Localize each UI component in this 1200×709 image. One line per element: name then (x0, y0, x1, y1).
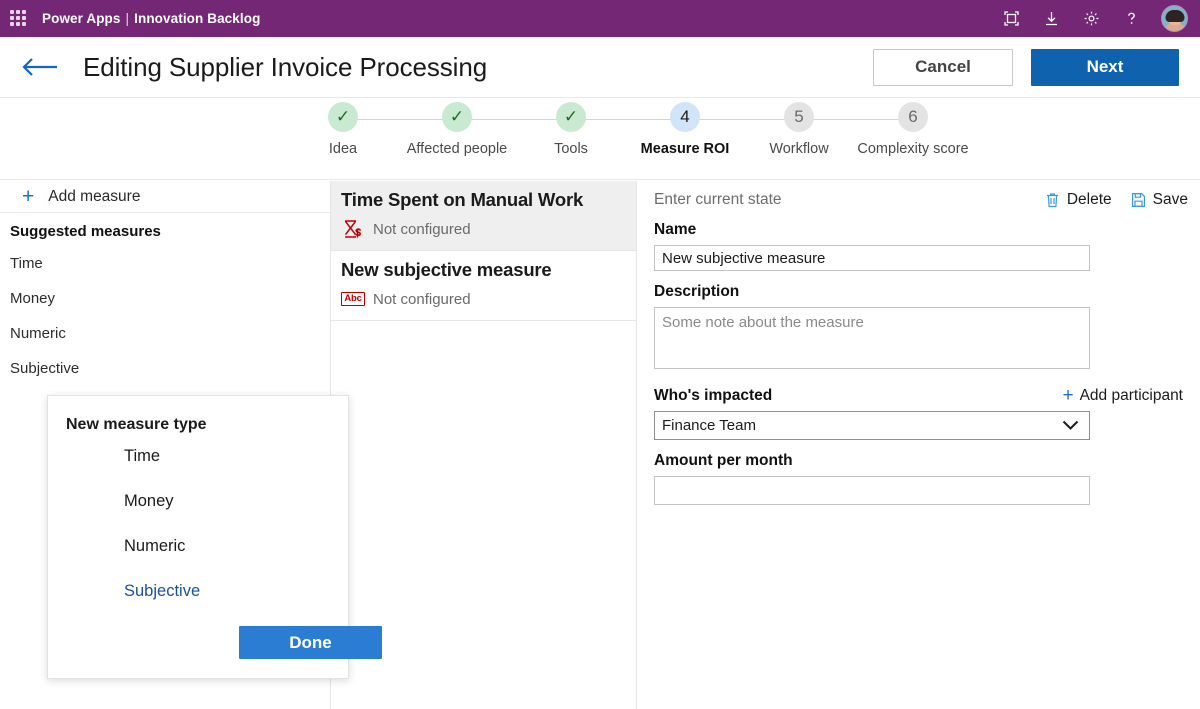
cancel-button[interactable]: Cancel (873, 48, 1013, 86)
detail-header: Enter current state Delete Save (637, 181, 1200, 209)
step-label-3: Tools (554, 141, 588, 157)
hourglass-money-icon (341, 219, 365, 239)
panes-container: + Add measure Suggested measures Time Mo… (0, 181, 1200, 709)
dialog-done-button[interactable]: Done (239, 626, 382, 659)
suggested-measures-header: Suggested measures (10, 223, 161, 240)
app-root: Power Apps | Innovation Backlog Editing … (0, 0, 1200, 709)
command-bar: Editing Supplier Invoice Processing Canc… (0, 37, 1200, 98)
abc-icon: Abc (341, 289, 365, 309)
waffle-grid-icon[interactable] (10, 9, 28, 28)
abc-icon-text: Abc (341, 292, 365, 306)
add-participant-button[interactable]: + Add participant (1062, 386, 1183, 405)
add-measure-label: Add measure (48, 187, 141, 205)
name-label: Name (654, 221, 697, 238)
plus-icon: + (22, 185, 35, 208)
workspace-label: Innovation Backlog (134, 11, 261, 26)
step-circle-6: 6 (898, 102, 928, 132)
participant-select-wrap: Finance Team (654, 411, 1090, 440)
avatar[interactable] (1161, 5, 1188, 32)
measure-card-time-spent[interactable]: Time Spent on Manual Work Not configured (331, 181, 636, 251)
step-workflow[interactable]: 5 Workflow (699, 102, 856, 159)
avatar-hair (1165, 9, 1184, 22)
measure-card-status: Not configured (373, 220, 471, 238)
name-input[interactable] (654, 245, 1090, 271)
next-button[interactable]: Next (1031, 48, 1179, 86)
amount-per-month-label: Amount per month (654, 452, 793, 469)
suggested-item-numeric[interactable]: Numeric (0, 316, 330, 351)
step-circle-4: 4 (670, 102, 700, 132)
brand-label: Power Apps | Innovation Backlog (42, 11, 260, 26)
step-affected-people[interactable]: ✓ Affected people (357, 102, 514, 159)
measure-card-status-row: Abc Not configured (341, 289, 626, 309)
step-measure-roi[interactable]: 4 Measure ROI (585, 102, 742, 159)
step-label-5: Workflow (769, 141, 829, 157)
step-connector (585, 119, 671, 120)
step-circle-2: ✓ (442, 102, 472, 132)
detail-actions: Delete Save (1045, 191, 1188, 209)
suggested-item-subjective[interactable]: Subjective (0, 351, 330, 386)
step-label-1: Idea (328, 141, 358, 157)
dialog-option-money[interactable]: Money (48, 479, 348, 524)
step-connector (813, 119, 899, 120)
fullscreen-icon[interactable] (1001, 9, 1021, 29)
brand-separator: | (125, 11, 130, 26)
suggested-item-time[interactable]: Time (0, 246, 330, 281)
step-label-4: Measure ROI (640, 141, 730, 157)
step-label-2: Affected people (406, 141, 508, 157)
step-tools[interactable]: ✓ Tools (471, 102, 628, 159)
page-title: Editing Supplier Invoice Processing (83, 51, 488, 82)
plus-icon: + (1062, 385, 1074, 406)
wizard-stepper: ✓ Idea ✓ Affected people ✓ Tools 4 Measu… (0, 98, 1200, 180)
dialog-option-numeric[interactable]: Numeric (48, 524, 348, 569)
measure-card-title: New subjective measure (341, 259, 552, 280)
step-circle-5: 5 (784, 102, 814, 132)
measure-card-title: Time Spent on Manual Work (341, 189, 584, 210)
trash-icon (1046, 193, 1058, 208)
download-icon[interactable] (1041, 9, 1061, 29)
step-complexity-score[interactable]: 6 Complexity score (813, 102, 970, 159)
stepper-steps: ✓ Idea ✓ Affected people ✓ Tools 4 Measu… (286, 102, 970, 159)
step-label-6: Complexity score (857, 141, 969, 157)
whos-impacted-label: Who's impacted (654, 386, 773, 404)
new-measure-type-dialog: New measure type Time Money Numeric Subj… (47, 395, 382, 679)
help-icon[interactable] (1121, 9, 1141, 29)
suggested-item-money[interactable]: Money (0, 281, 330, 316)
step-idea[interactable]: ✓ Idea (286, 102, 400, 159)
save-button[interactable]: Save (1131, 191, 1188, 209)
dialog-title: New measure type (66, 416, 207, 433)
step-circle-3: ✓ (556, 102, 586, 132)
step-circle-1: ✓ (328, 102, 358, 132)
add-measure-button[interactable]: + Add measure (0, 181, 330, 213)
app-name-label: Power Apps (42, 11, 121, 26)
measure-card-status: Not configured (373, 290, 471, 308)
dialog-option-time[interactable]: Time (48, 434, 348, 479)
step-connector (699, 119, 785, 120)
delete-button[interactable]: Delete (1045, 191, 1112, 209)
measure-detail-pane: Enter current state Delete Save Name New… (637, 181, 1200, 709)
save-label: Save (1152, 191, 1188, 208)
step-connector (357, 119, 443, 120)
whos-impacted-row: Who's impacted + Add participant (637, 374, 1200, 411)
step-connector (471, 119, 557, 120)
save-disk-icon (1131, 193, 1145, 207)
command-actions: Cancel Next (873, 48, 1179, 86)
description-textarea[interactable] (654, 307, 1090, 369)
dialog-option-subjective[interactable]: Subjective (48, 569, 348, 614)
delete-label: Delete (1066, 191, 1112, 208)
measure-card-new-subjective[interactable]: New subjective measure Abc Not configure… (331, 251, 636, 321)
gear-icon[interactable] (1081, 9, 1101, 29)
back-arrow-icon[interactable] (21, 52, 61, 82)
top-bar: Power Apps | Innovation Backlog (0, 0, 1200, 37)
participant-select[interactable]: Finance Team (654, 411, 1090, 440)
top-bar-actions (1001, 5, 1188, 32)
description-label: Description (654, 283, 740, 300)
add-participant-label: Add participant (1079, 386, 1183, 404)
detail-hint: Enter current state (654, 191, 782, 208)
measure-card-status-row: Not configured (341, 219, 626, 239)
amount-per-month-input[interactable] (654, 476, 1090, 505)
